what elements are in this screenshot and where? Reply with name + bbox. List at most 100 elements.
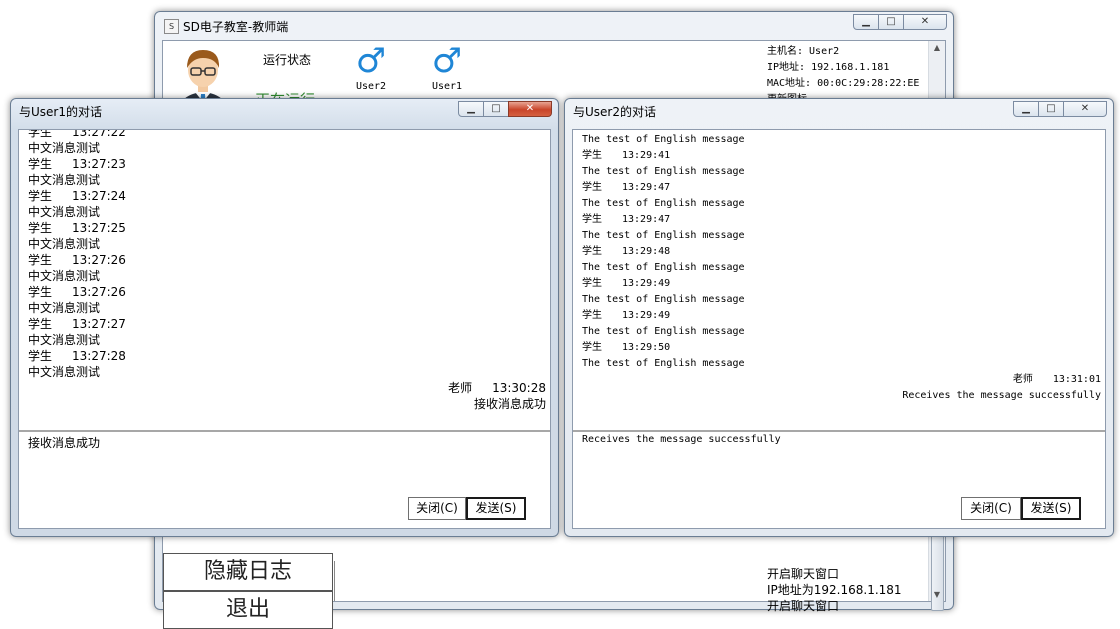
message-sender: 学生 [582, 214, 602, 225]
message-input[interactable]: Receives the message successfully [582, 434, 1097, 445]
message-text: 中文消息测试 [28, 269, 101, 283]
message-text: 中文消息测试 [28, 237, 101, 251]
message-time: 13:27:22 [72, 130, 126, 139]
window-controls: ▁ □ ✕ [1013, 101, 1107, 117]
message-time: 13:27:25 [72, 221, 126, 235]
message-text: The test of English message [582, 230, 745, 241]
message-text: 中文消息测试 [28, 333, 101, 347]
male-user-icon: ♂ [355, 41, 387, 81]
message-meta: 老师 13:31:01 [582, 372, 1101, 388]
minimize-icon[interactable]: ▁ [458, 101, 484, 117]
message-text: The test of English message [582, 198, 745, 209]
user-item-user2[interactable]: ♂ User2 [349, 43, 393, 93]
message-meta: 学生 13:27:26 [28, 252, 546, 268]
message-time: 13:29:48 [622, 246, 671, 257]
message-sender: 学生 [582, 246, 602, 257]
message-time: 13:27:26 [72, 253, 126, 267]
hide-log-button[interactable]: 隐藏日志 [163, 553, 333, 591]
message-time: 13:31:01 [1052, 374, 1101, 385]
chat-window-title: 与User1的对话 [19, 105, 102, 119]
close-icon[interactable]: ✕ [508, 101, 552, 117]
log-line: 开启聊天窗口 [767, 567, 840, 581]
message-sender: 学生 [28, 349, 53, 363]
maximize-icon[interactable]: □ [878, 14, 904, 30]
minimize-icon[interactable]: ▁ [1013, 101, 1039, 117]
message-text: The test of English message [582, 294, 745, 305]
send-button[interactable]: 发送(S) [466, 497, 526, 520]
message-sender: 学生 [28, 189, 53, 203]
message-sender: 学生 [582, 310, 602, 321]
chat-window-title: 与User2的对话 [573, 105, 656, 119]
message-text: 中文消息测试 [28, 141, 101, 155]
message-sender: 学生 [582, 278, 602, 289]
male-user-icon: ♂ [431, 41, 463, 81]
message-meta: 学生 13:27:23 [28, 156, 546, 172]
chat-client-user1: 学生 13:27:22 中文消息测试 学生 13:27:23 中文消息测试 学生 13:27:… [18, 129, 551, 529]
user-name: User1 [431, 81, 463, 92]
scroll-up-icon[interactable]: ▲ [929, 43, 945, 52]
message-text: The test of English message [582, 166, 745, 177]
main-window-controls: ▁ □ ✕ [853, 14, 947, 30]
exit-button[interactable]: 退出 [163, 591, 333, 629]
message-text: Receives the message successfully [902, 390, 1101, 401]
user-item-user1[interactable]: ♂ User1 [425, 43, 469, 93]
message-time: 13:27:23 [72, 157, 126, 171]
log-line: 开启聊天窗口 [767, 599, 840, 613]
message-time: 13:27:28 [72, 349, 126, 363]
log-line: IP地址为192.168.1.181 [767, 583, 902, 597]
host-mac: MAC地址: 00:0C:29:28:22:EE [767, 78, 920, 89]
message-input[interactable]: 接收消息成功 [28, 434, 542, 451]
message-time: 13:27:27 [72, 317, 126, 331]
message-text: 中文消息测试 [28, 205, 101, 219]
close-button[interactable]: 关闭(C) [961, 497, 1021, 520]
message-sender: 学生 [28, 157, 53, 171]
message-time: 13:29:49 [622, 278, 671, 289]
message-meta: 学生 13:27:24 [28, 188, 546, 204]
main-window-title: SD电子教室-教师端 [183, 20, 289, 34]
close-icon[interactable]: ✕ [1063, 101, 1107, 117]
message-meta: 老师 13:30:28 [28, 380, 546, 396]
maximize-icon[interactable]: □ [1038, 101, 1064, 117]
chat-window-user2: 与User2的对话 ▁ □ ✕ The test of English mess… [564, 98, 1114, 537]
scroll-down-icon[interactable]: ▼ [929, 590, 945, 599]
message-time: 13:30:28 [492, 381, 546, 395]
message-meta: 学生 13:27:22 [28, 130, 546, 140]
message-meta: 学生 13:27:26 [28, 284, 546, 300]
send-button[interactable]: 发送(S) [1021, 497, 1081, 520]
message-time: 13:27:24 [72, 189, 126, 203]
message-text: The test of English message [582, 326, 745, 337]
app-icon: S [164, 19, 179, 34]
message-meta: 学生 13:29:49 [582, 276, 1101, 292]
message-meta: 学生 13:27:27 [28, 316, 546, 332]
close-icon[interactable]: ✕ [903, 14, 947, 30]
message-history: 学生 13:27:22 中文消息测试 学生 13:27:23 中文消息测试 学生 13:27:… [19, 130, 550, 432]
message-text: The test of English message [582, 134, 745, 145]
message-meta: 学生 13:29:48 [582, 244, 1101, 260]
maximize-icon[interactable]: □ [483, 101, 509, 117]
message-meta: 学生 13:29:49 [582, 308, 1101, 324]
status-label: 运行状态 [263, 53, 312, 67]
message-sender: 老师 [1012, 374, 1033, 385]
divider [334, 561, 335, 601]
message-history: The test of English message 学生 13:29:41 The… [573, 130, 1105, 432]
message-time: 13:29:49 [622, 310, 671, 321]
message-sender: 学生 [28, 130, 53, 139]
message-time: 13:29:47 [622, 214, 671, 225]
close-button[interactable]: 关闭(C) [408, 497, 466, 520]
message-meta: 学生 13:29:50 [582, 340, 1101, 356]
message-meta: 学生 13:27:25 [28, 220, 546, 236]
message-text: The test of English message [582, 262, 745, 273]
message-time: 13:29:47 [622, 182, 671, 193]
message-time: 13:29:50 [622, 342, 671, 353]
scroll-thumb[interactable] [931, 531, 944, 611]
message-time: 13:29:41 [622, 150, 671, 161]
message-time: 13:27:26 [72, 285, 126, 299]
message-sender: 学生 [582, 182, 602, 193]
message-sender: 学生 [28, 317, 53, 331]
chat-client-user2: The test of English message 学生 13:29:41 The… [572, 129, 1106, 529]
message-sender: 学生 [582, 150, 602, 161]
log-panel: 开启聊天窗口 IP地址为192.168.1.181 开启聊天窗口 [767, 566, 902, 614]
minimize-icon[interactable]: ▁ [853, 14, 879, 30]
window-controls: ▁ □ ✕ [458, 101, 552, 117]
host-name: 主机名: User2 [767, 46, 840, 57]
